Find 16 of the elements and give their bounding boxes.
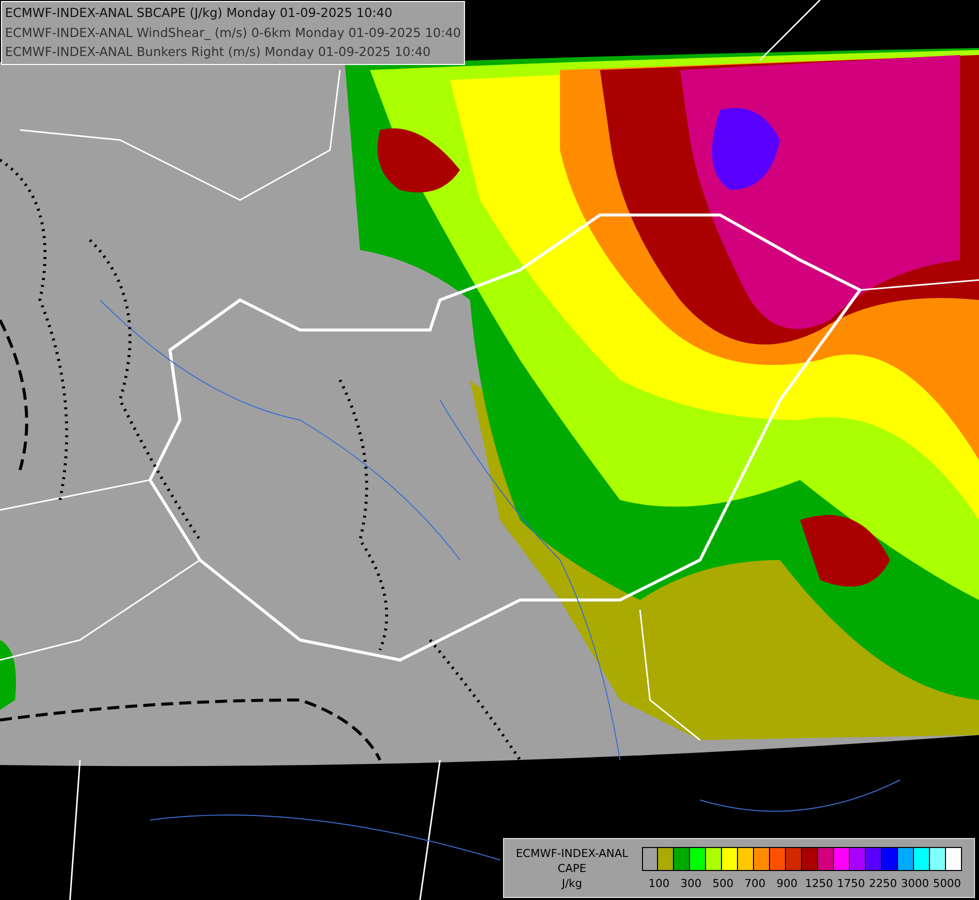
legend-tick-label: 100 — [648, 876, 670, 890]
legend-title: ECMWF-INDEX-ANAL — [516, 846, 628, 860]
legend-tick-label: 500 — [712, 876, 734, 890]
legend-title: CAPE — [558, 860, 586, 876]
legend-tick-label: 3000 — [901, 876, 929, 890]
legend-tick-label: 300 — [680, 876, 702, 890]
legend-tick-label: 5000 — [933, 876, 961, 890]
map-title-line: ECMWF-INDEX-ANAL WindShear_ (m/s) 0-6km Monday 01-09-2025 10:40 — [5, 24, 461, 42]
legend-tick-label: 700 — [744, 876, 766, 890]
legend-tick-label: 1250 — [805, 876, 833, 890]
legend-tick-label: 900 — [776, 876, 798, 890]
map-title-line: ECMWF-INDEX-ANAL Bunkers Right (m/s) Monday 01-09-2025 10:40 — [5, 43, 432, 61]
map-title-line: ECMWF-INDEX-ANAL SBCAPE (J/kg) Monday 01-09-2025 10:40 — [5, 4, 394, 22]
legend-title: J/kg — [562, 876, 582, 890]
legend-tick-label: 2250 — [869, 876, 897, 890]
legend-tick-label: 1750 — [837, 876, 865, 890]
